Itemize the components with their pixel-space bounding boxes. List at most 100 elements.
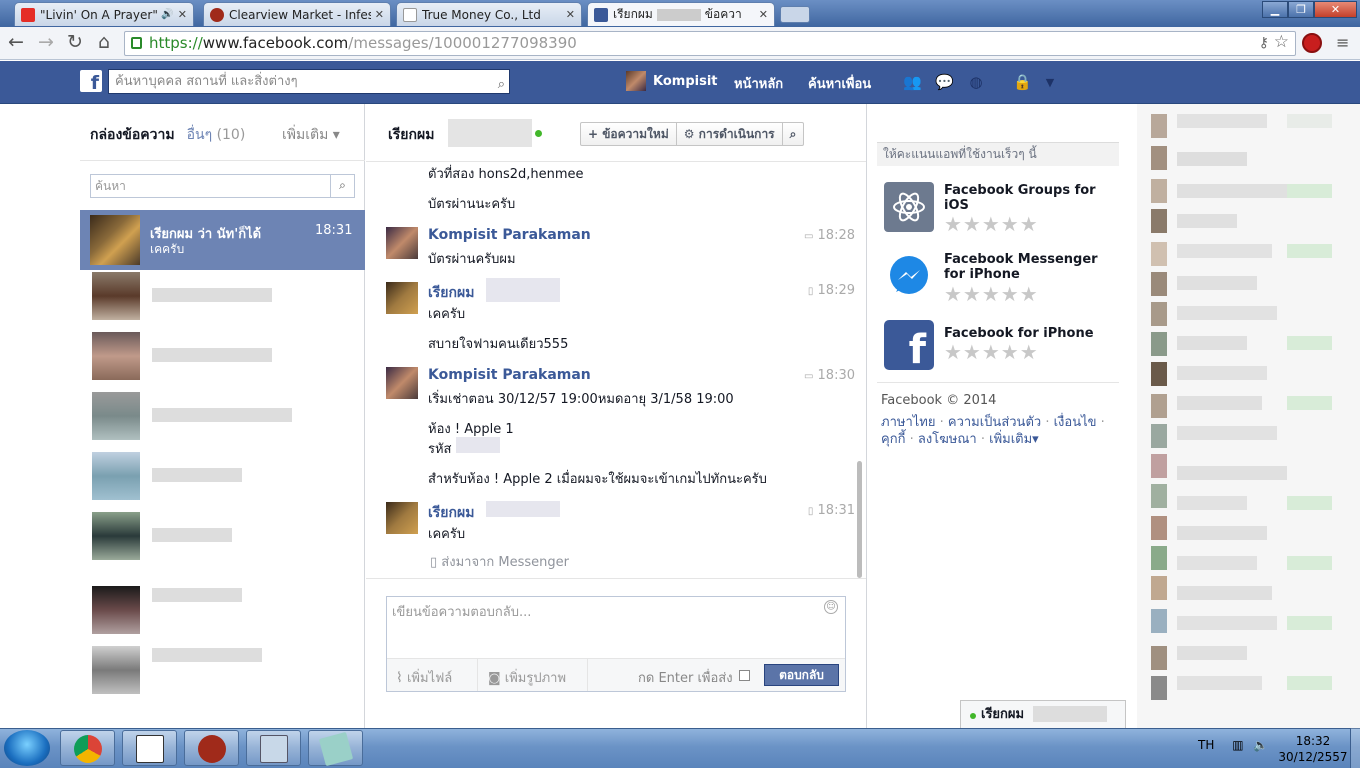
list-item[interactable] — [152, 528, 232, 542]
settings-dropdown-icon[interactable]: ▼ — [1041, 76, 1059, 92]
other-count: (10) — [216, 127, 246, 143]
app-title[interactable]: Facebook for iPhone — [944, 326, 1104, 341]
messages-scrollbar[interactable] — [857, 461, 862, 578]
show-desktop-button[interactable] — [1350, 728, 1360, 768]
avatar[interactable] — [92, 586, 140, 634]
message-text: เริ่มเช่าตอน 30/12/57 19:00หมดอายุ 3/1/5… — [428, 392, 734, 407]
privacy-lock-icon[interactable]: 🔒 — [1013, 73, 1032, 91]
fb-search-input[interactable]: ค้นหาบุคคล สถานที่ และสิ่งต่างๆ ⌕ — [108, 69, 510, 94]
footer-link-language[interactable]: ภาษาไทย — [881, 415, 935, 430]
attach-file-button[interactable]: ⌇ เพิ่มไฟล์ — [396, 667, 452, 688]
inbox-more-dropdown[interactable]: เพิ่มเติม ▾ — [282, 124, 340, 146]
messenger-app-icon[interactable] — [884, 252, 934, 302]
star-rating[interactable]: ★★★★★ — [944, 212, 1039, 236]
avatar[interactable] — [92, 332, 140, 380]
maximize-button[interactable]: ❐ — [1288, 1, 1314, 18]
taskbar-game[interactable] — [184, 730, 239, 766]
nav-home[interactable]: หน้าหลัก — [734, 73, 783, 94]
message-sender[interactable]: เรียกผม — [428, 282, 474, 304]
emoji-icon[interactable]: ☺ — [824, 600, 838, 614]
avatar[interactable] — [386, 502, 418, 534]
actions-button[interactable]: ⚙ การดำเนินการ — [677, 123, 783, 145]
messages-icon[interactable]: 💬 — [935, 73, 954, 91]
close-icon[interactable]: ✕ — [375, 8, 384, 21]
thread-item-selected[interactable]: เรียกผม ว่า นัท'ก็ได้ เคครับ 18:31 — [80, 210, 365, 270]
chat-tab[interactable]: เรียกผม — [960, 700, 1126, 728]
new-tab-button[interactable] — [780, 6, 810, 23]
address-bar[interactable]: https://www.facebook.com/messages/100001… — [124, 31, 1296, 56]
avatar[interactable] — [92, 392, 140, 440]
add-photo-button[interactable]: ◙ เพิ่มรูปภาพ — [488, 667, 566, 688]
avatar[interactable] — [386, 367, 418, 399]
footer-link-ads[interactable]: ลงโฆษณา — [918, 432, 977, 447]
facebook-app-icon[interactable]: f — [884, 320, 934, 373]
taskbar-vnc[interactable] — [122, 730, 177, 766]
back-icon[interactable]: ← — [4, 31, 28, 53]
browser-tab-facebook[interactable]: เรียกผม ข้อควา ✕ — [587, 2, 775, 26]
avatar[interactable] — [92, 512, 140, 560]
taskbar-chrome[interactable] — [60, 730, 115, 766]
search-icon[interactable]: ⌕ — [330, 174, 354, 198]
browser-tab-truemoney[interactable]: True Money Co., Ltd ✕ — [396, 2, 582, 26]
nav-find-friends[interactable]: ค้นหาเพื่อน — [808, 73, 871, 94]
bookmark-star-icon[interactable]: ☆ — [1274, 31, 1289, 54]
list-item[interactable] — [152, 588, 242, 602]
footer-link-more[interactable]: เพิ่มเติม▾ — [989, 432, 1039, 447]
thread-search-input[interactable]: ค้นหา ⌕ — [90, 174, 355, 198]
star-rating[interactable]: ★★★★★ — [944, 340, 1039, 364]
adblock-icon[interactable] — [1302, 33, 1322, 53]
avatar[interactable] — [92, 452, 140, 500]
app-title[interactable]: Facebook Groups for iOS — [944, 183, 1104, 213]
close-icon[interactable]: ✕ — [759, 8, 768, 21]
volume-icon[interactable]: 🔈 — [1253, 738, 1268, 752]
forward-icon[interactable]: → — [34, 31, 58, 53]
message-sender[interactable]: Kompisit Parakaman — [428, 367, 591, 383]
groups-app-icon[interactable] — [884, 182, 934, 232]
browser-tab-clearview[interactable]: Clearview Market - Infesta ✕ — [203, 2, 391, 26]
chrome-menu-icon[interactable]: ≡ — [1336, 33, 1349, 52]
list-item[interactable] — [152, 348, 272, 362]
language-indicator[interactable]: TH — [1198, 738, 1214, 752]
footer-link-privacy[interactable]: ความเป็นส่วนตัว — [948, 415, 1041, 430]
friend-requests-icon[interactable]: 👥 — [903, 73, 922, 91]
system-clock[interactable]: 18:32 30/12/2557 — [1278, 733, 1348, 765]
close-icon[interactable]: ✕ — [566, 8, 575, 21]
inbox-tab[interactable]: กล่องข้อความ — [90, 127, 175, 143]
key-icon[interactable]: ⚷ — [1259, 32, 1269, 55]
footer-link-cookies[interactable]: คุกกี้ — [881, 432, 905, 447]
home-icon[interactable]: ⌂ — [92, 31, 116, 53]
star-rating[interactable]: ★★★★★ — [944, 282, 1039, 306]
facebook-logo-icon[interactable]: f — [80, 70, 102, 94]
avatar[interactable] — [92, 272, 140, 320]
avatar[interactable] — [386, 282, 418, 314]
notifications-globe-icon[interactable]: ◍ — [967, 73, 985, 91]
message-sender[interactable]: เรียกผม — [428, 502, 474, 524]
footer-link-terms[interactable]: เงื่อนไข — [1054, 415, 1097, 430]
enter-to-send-checkbox[interactable] — [739, 670, 750, 681]
app-title[interactable]: Facebook Messenger for iPhone — [944, 252, 1104, 282]
search-icon[interactable]: ⌕ — [498, 73, 505, 96]
network-icon[interactable]: ▥ — [1232, 738, 1243, 752]
list-item[interactable] — [152, 288, 272, 302]
window-close-button[interactable]: ✕ — [1314, 1, 1357, 18]
avatar[interactable] — [92, 646, 140, 694]
other-tab[interactable]: อื่นๆ (10) — [187, 127, 246, 143]
sent-from-messenger[interactable]: ▯ ส่งมาจาก Messenger — [430, 551, 569, 572]
list-item[interactable] — [152, 648, 262, 662]
minimize-button[interactable]: ▁ — [1262, 1, 1288, 18]
list-item[interactable] — [152, 408, 292, 422]
taskbar-notes[interactable] — [308, 730, 363, 767]
browser-tab-youtube[interactable]: "Livin' On A Prayer" - B 🔊 ✕ — [14, 2, 194, 26]
start-button[interactable] — [4, 730, 50, 766]
search-conversation-icon[interactable]: ⌕ — [783, 123, 804, 145]
avatar[interactable] — [386, 227, 418, 259]
taskbar-calculator[interactable] — [246, 730, 301, 766]
reply-button[interactable]: ตอบกลับ — [764, 664, 839, 686]
conversation-title[interactable]: เรียกผม — [388, 124, 434, 146]
list-item[interactable] — [152, 468, 242, 482]
profile-link[interactable]: Kompisit — [626, 71, 718, 91]
close-icon[interactable]: ✕ — [178, 8, 187, 21]
new-message-button[interactable]: + ข้อความใหม่ — [581, 123, 677, 145]
message-sender[interactable]: Kompisit Parakaman — [428, 227, 591, 243]
reload-icon[interactable]: ↻ — [63, 31, 87, 53]
